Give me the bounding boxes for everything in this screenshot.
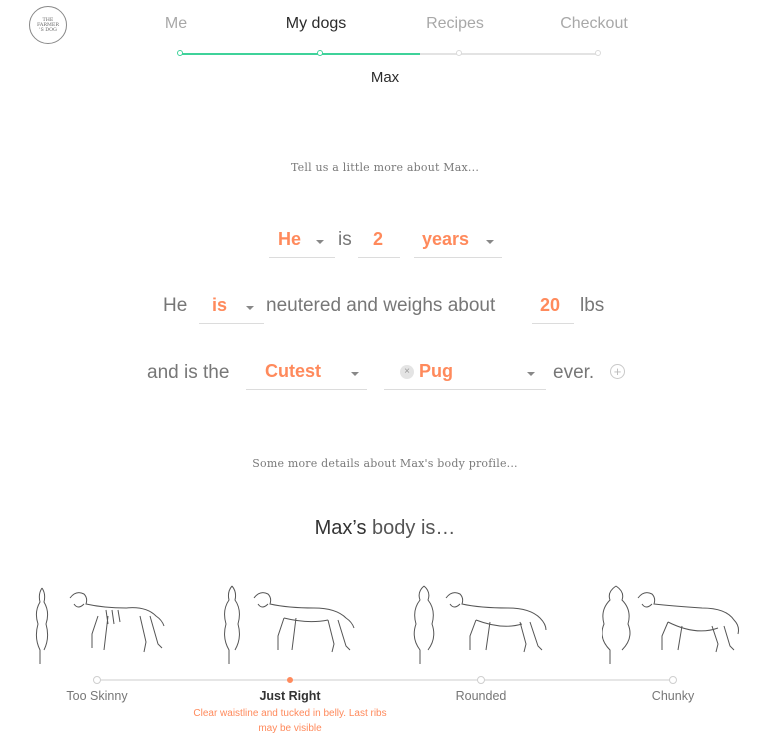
option-too-skinny[interactable]: Too Skinny — [66, 689, 127, 703]
slider-stop-chunky[interactable] — [669, 676, 677, 684]
pronoun-select[interactable]: He — [269, 228, 335, 258]
step-dot-checkout — [595, 50, 601, 56]
neutered-text: neutered and weighs about — [266, 295, 496, 316]
chevron-down-icon — [486, 240, 494, 244]
chevron-down-icon — [316, 240, 324, 244]
step-checkout[interactable]: Checkout — [560, 15, 628, 33]
and-is-the-label: and is the — [147, 362, 230, 383]
weight-unit-label: lbs — [580, 295, 605, 316]
adjective-value: Cutest — [265, 361, 322, 381]
age-value: 2 — [373, 229, 384, 249]
dog-tab-max[interactable]: Max — [371, 69, 399, 86]
body-description: Clear waistline and tucked in belly. Las… — [193, 708, 387, 734]
breed-select[interactable]: × Pug — [384, 360, 546, 390]
dog-just-right-illustration[interactable] — [218, 580, 358, 670]
step-my-dogs[interactable]: My dogs — [286, 15, 346, 33]
is-label: is — [338, 229, 352, 250]
step-dot-me — [177, 50, 183, 56]
neutered-value: is — [212, 295, 228, 315]
option-just-right[interactable]: Just Right — [259, 689, 320, 703]
breed-value: Pug — [419, 361, 453, 381]
body-intro-text: Some more details about Max's body profi… — [252, 457, 518, 470]
chevron-down-icon — [246, 306, 254, 310]
intro-text: Tell us a little more about Max... — [290, 161, 480, 174]
step-dot-my-dogs — [317, 50, 323, 56]
dog-chunky-illustration[interactable] — [602, 580, 742, 670]
progress-fill — [180, 53, 420, 55]
option-chunky[interactable]: Chunky — [652, 689, 694, 703]
chevron-down-icon — [527, 372, 535, 376]
chevron-down-icon — [351, 372, 359, 376]
add-breed-icon[interactable]: + — [610, 364, 625, 379]
age-input[interactable]: 2 — [358, 228, 400, 258]
he-label: He — [163, 295, 188, 316]
age-unit-value: years — [422, 229, 470, 249]
brand-logo[interactable]: THE FARMER'S DOG — [29, 6, 67, 44]
clear-icon[interactable]: × — [400, 365, 414, 379]
body-title: Max’s body is… — [314, 517, 456, 539]
slider-stop-just-right[interactable] — [287, 677, 293, 683]
adjective-select[interactable]: Cutest — [246, 360, 367, 390]
dog-too-skinny-illustration[interactable] — [28, 580, 168, 670]
slider-stop-rounded[interactable] — [477, 676, 485, 684]
age-unit-select[interactable]: years — [414, 228, 502, 258]
weight-value: 20 — [540, 295, 561, 315]
step-dot-recipes — [456, 50, 462, 56]
step-recipes[interactable]: Recipes — [426, 15, 484, 33]
option-rounded[interactable]: Rounded — [456, 689, 507, 703]
ever-label: ever. — [553, 362, 595, 383]
dog-rounded-illustration[interactable] — [410, 580, 550, 670]
weight-input[interactable]: 20 — [532, 294, 574, 324]
pronoun-value: He — [278, 229, 302, 249]
body-slider-track[interactable] — [97, 679, 673, 681]
step-me[interactable]: Me — [165, 15, 187, 33]
neutered-select[interactable]: is — [199, 294, 264, 324]
slider-stop-too-skinny[interactable] — [93, 676, 101, 684]
